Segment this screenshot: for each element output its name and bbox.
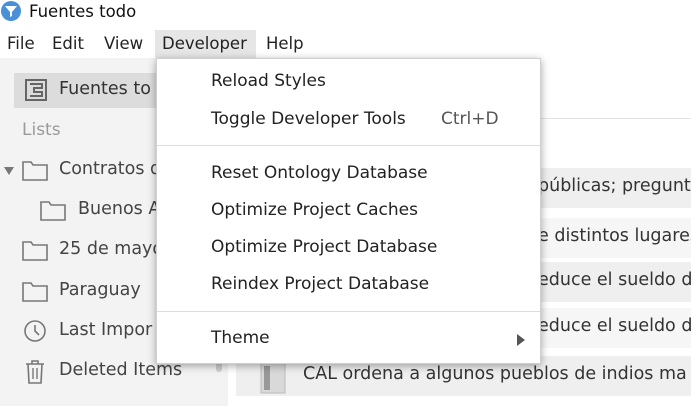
menu-view[interactable]: View <box>97 30 150 58</box>
section-label: Lists <box>22 120 61 140</box>
menu-help[interactable]: Help <box>259 30 311 58</box>
menu-optimize-project-database[interactable]: Optimize Project Database <box>157 233 540 265</box>
sidebar-item-label: 25 de mayo <box>59 239 164 259</box>
menu-reset-ontology-database[interactable]: Reset Ontology Database <box>157 159 540 191</box>
menu-bar: File Edit View Developer Help <box>0 30 691 58</box>
title-bar: Fuentes todo <box>0 0 691 26</box>
window-title: Fuentes todo <box>29 2 137 21</box>
sidebar-item-label: Contratos d <box>59 159 162 179</box>
menu-item-label: Optimize Project Database <box>211 237 438 257</box>
menu-file[interactable]: File <box>0 30 42 58</box>
menu-item-label: Optimize Project Caches <box>211 200 418 220</box>
menu-reload-styles[interactable]: Reload Styles <box>157 67 540 99</box>
menu-item-label: Reload Styles <box>211 71 326 91</box>
folder-icon <box>22 161 48 181</box>
chevron-down-icon[interactable] <box>4 166 14 176</box>
list-item-text: educe el sueldo d <box>538 270 691 290</box>
list-item-text: públicas; pregunt <box>538 176 691 196</box>
sidebar-item-label: Last Impor <box>59 320 153 340</box>
menu-item-label: Reindex Project Database <box>211 274 430 294</box>
menu-theme[interactable]: Theme <box>157 324 540 356</box>
funnel-icon <box>1 1 21 21</box>
menu-edit[interactable]: Edit <box>45 30 91 58</box>
clock-icon <box>24 320 46 342</box>
menu-item-label: Reset Ontology Database <box>211 163 428 183</box>
menu-separator <box>157 311 540 312</box>
list-item-text: educe el sueldo d <box>538 316 691 336</box>
document-thumbnail-icon <box>260 362 286 394</box>
menu-optimize-project-caches[interactable]: Optimize Project Caches <box>157 196 540 228</box>
sidebar-item-label: Paraguay <box>59 280 141 300</box>
list-item-text: e distintos lugares <box>538 226 691 246</box>
submenu-arrow-icon <box>517 334 525 346</box>
menu-separator <box>157 145 540 146</box>
folder-icon <box>22 241 48 261</box>
menu-item-shortcut: Ctrl+D <box>441 109 499 129</box>
sidebar-item-label: Buenos A <box>78 199 161 219</box>
sidebar-item-label: Fuentes to <box>59 79 151 99</box>
folder-icon <box>22 282 48 302</box>
folder-icon <box>40 201 66 221</box>
list-item-text: CAL ordena a algunos pueblos de indios m… <box>303 364 687 384</box>
trash-icon <box>26 360 44 384</box>
menu-item-label: Toggle Developer Tools <box>211 109 406 129</box>
project-icon <box>25 79 47 101</box>
developer-menu: Reload Styles Toggle Developer Tools Ctr… <box>156 58 541 364</box>
menu-item-label: Theme <box>211 328 270 348</box>
menu-reindex-project-database[interactable]: Reindex Project Database <box>157 270 540 302</box>
menu-developer[interactable]: Developer <box>155 30 256 58</box>
menu-toggle-developer-tools[interactable]: Toggle Developer Tools Ctrl+D <box>157 105 540 137</box>
